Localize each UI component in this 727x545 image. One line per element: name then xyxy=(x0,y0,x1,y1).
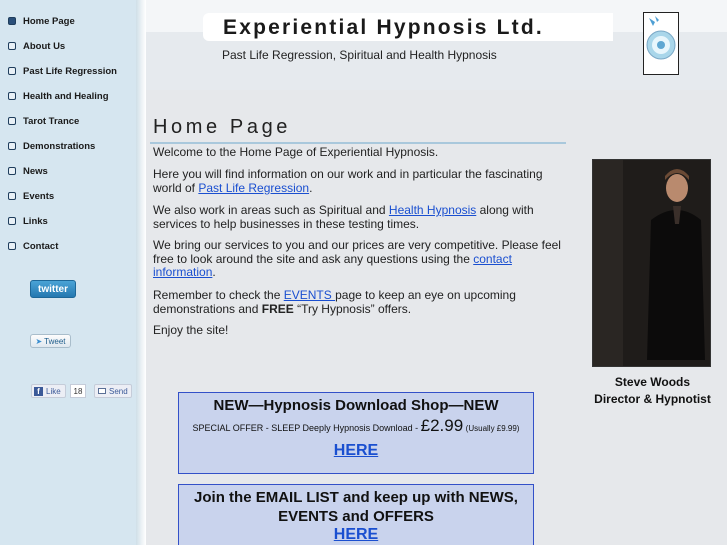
download-shop-promo: NEW—Hypnosis Download Shop—NEW SPECIAL O… xyxy=(178,392,534,474)
intro-paragraph: Welcome to the Home Page of Experiential… xyxy=(153,145,439,159)
nav-item-contact[interactable]: Contact xyxy=(8,239,58,253)
portrait-name: Steve Woods xyxy=(614,375,691,389)
nav-item-health-and-healing[interactable]: Health and Healing xyxy=(8,89,109,103)
nav-item-demonstrations[interactable]: Demonstrations xyxy=(8,139,95,153)
nav-item-links[interactable]: Links xyxy=(8,214,48,228)
email-list-title: Join the EMAIL LIST and keep up with NEW… xyxy=(194,489,518,525)
nav-item-past-life-regression[interactable]: Past Life Regression xyxy=(8,64,117,78)
health-hypnosis-link[interactable]: Health Hypnosis xyxy=(389,203,476,217)
events-text-end: “Try Hypnosis” offers. xyxy=(293,301,412,316)
spiritual-paragraph: We also work in areas such as Spiritual … xyxy=(153,203,563,231)
sidebar-shadow xyxy=(136,0,146,545)
regression-text-end: . xyxy=(309,180,313,195)
send-icon xyxy=(98,388,106,394)
nav-bullet-icon xyxy=(8,167,16,175)
nav-bullet-icon xyxy=(8,117,16,125)
special-offer-line: SPECIAL OFFER - SLEEP Deeply Hypnosis Do… xyxy=(179,416,533,436)
heading-divider xyxy=(150,142,566,144)
special-offer-text: SPECIAL OFFER - SLEEP Deeply Hypnosis Do… xyxy=(192,423,421,433)
nav-label: Tarot Trance xyxy=(23,115,80,127)
nav-item-tarot-trance[interactable]: Tarot Trance xyxy=(8,114,79,128)
nav-bullet-icon xyxy=(8,92,16,100)
facebook-like-button[interactable]: f Like xyxy=(31,384,66,398)
past-life-regression-link[interactable]: Past Life Regression xyxy=(198,181,309,195)
offer-price: £2.99 xyxy=(420,416,464,435)
nav-item-home-page[interactable]: Home Page xyxy=(8,14,75,28)
nav-label: Events xyxy=(23,190,55,202)
twitter-button[interactable]: twitter xyxy=(30,280,76,298)
site-subtitle: Past Life Regression, Spiritual and Heal… xyxy=(222,48,497,62)
portrait-figure-icon xyxy=(593,160,710,366)
facebook-send-button[interactable]: Send xyxy=(94,384,132,398)
send-label: Send xyxy=(109,386,128,396)
regression-paragraph: Here you will find information on our wo… xyxy=(153,167,563,195)
nav-bullet-icon xyxy=(8,67,16,75)
free-text: FREE xyxy=(261,301,294,316)
site-title: Experiential Hypnosis Ltd. xyxy=(223,16,544,39)
nav-label: Demonstrations xyxy=(23,140,96,152)
tweet-label: Tweet xyxy=(44,336,66,346)
like-label: Like xyxy=(46,386,61,396)
facebook-icon: f xyxy=(34,386,43,396)
page-heading: Home Page xyxy=(153,116,292,138)
nav-bullet-icon xyxy=(8,217,16,225)
services-text-end: . xyxy=(212,265,216,279)
nav-label: Home Page xyxy=(23,15,75,27)
download-shop-link[interactable]: HERE xyxy=(334,442,378,459)
nav-label: Health and Healing xyxy=(23,90,109,102)
nav-label: Contact xyxy=(23,240,59,252)
events-link[interactable]: EVENTS xyxy=(284,288,335,302)
services-paragraph: We bring our services to you and our pri… xyxy=(153,238,563,280)
nav-item-news[interactable]: News xyxy=(8,164,48,178)
nav-bullet-icon xyxy=(8,242,16,250)
nav-label: About Us xyxy=(23,40,66,52)
nav-label: Links xyxy=(23,215,48,227)
nav-item-about-us[interactable]: About Us xyxy=(8,39,65,53)
nav-bullet-icon xyxy=(8,142,16,150)
email-list-link[interactable]: HERE xyxy=(334,526,378,543)
tweet-button[interactable]: ➤ Tweet xyxy=(30,334,71,348)
download-shop-title: NEW—Hypnosis Download Shop—NEW xyxy=(213,397,499,414)
sidebar xyxy=(0,0,136,545)
enjoy-paragraph: Enjoy the site! xyxy=(153,323,229,337)
site-logo-icon xyxy=(646,16,676,60)
twitter-bird-icon: ➤ xyxy=(35,336,43,346)
nav-label: Past Life Regression xyxy=(23,65,117,77)
usual-price: (Usually £9.99) xyxy=(465,424,520,433)
events-text: Remember to check the xyxy=(153,288,284,302)
portrait-photo xyxy=(592,159,711,367)
nav-bullet-icon xyxy=(8,17,16,25)
events-paragraph: Remember to check the EVENTS page to kee… xyxy=(153,288,563,316)
email-list-promo: Join the EMAIL LIST and keep up with NEW… xyxy=(178,484,534,545)
spiritual-text: We also work in areas such as Spiritual … xyxy=(153,203,389,217)
like-count: 18 xyxy=(70,384,86,398)
nav-bullet-icon xyxy=(8,42,16,50)
portrait-role: Director & Hypnotist xyxy=(594,392,711,406)
nav-label: News xyxy=(23,165,48,177)
nav-item-events[interactable]: Events xyxy=(8,189,54,203)
nav-bullet-icon xyxy=(8,192,16,200)
